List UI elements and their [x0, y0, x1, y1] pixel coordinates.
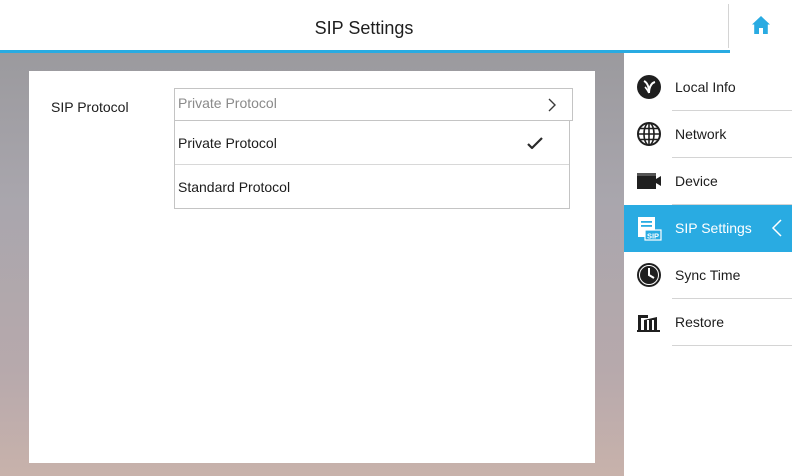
- local-info-icon: [637, 75, 661, 99]
- clock-icon: [637, 263, 661, 287]
- option-private-protocol[interactable]: Private Protocol: [175, 121, 569, 165]
- sidebar-item-label: Device: [675, 173, 718, 189]
- home-button[interactable]: [729, 0, 792, 50]
- sidebar-item-sip-settings[interactable]: SIP SIP Settings: [624, 205, 792, 252]
- top-bar: SIP Settings: [0, 0, 792, 50]
- sidebar-item-local-info[interactable]: Local Info: [624, 64, 792, 111]
- sidebar-item-label: Network: [675, 126, 727, 142]
- sip-icon: SIP: [638, 217, 662, 241]
- option-standard-protocol[interactable]: Standard Protocol: [175, 165, 569, 209]
- sidebar-item-restore[interactable]: Restore: [624, 299, 792, 346]
- option-label: Private Protocol: [178, 135, 277, 151]
- sidebar: Local Info Network Device SIP SIP Settin…: [624, 53, 792, 476]
- sidebar-item-sync-time[interactable]: Sync Time: [624, 252, 792, 299]
- sidebar-item-network[interactable]: Network: [624, 111, 792, 158]
- chevron-right-icon: [548, 98, 556, 112]
- sidebar-item-label: Sync Time: [675, 267, 741, 283]
- sip-protocol-select[interactable]: Private Protocol: [174, 88, 573, 121]
- page-title: SIP Settings: [314, 18, 414, 38]
- sip-protocol-label: SIP Protocol: [51, 99, 129, 115]
- sidebar-item-label: Restore: [675, 314, 725, 330]
- checkmark-icon: [527, 137, 543, 150]
- sip-protocol-dropdown: Private Protocol Standard Protocol: [174, 121, 570, 209]
- svg-text:SIP: SIP: [647, 232, 659, 241]
- sip-protocol-current-value: Private Protocol: [178, 95, 277, 111]
- sidebar-item-device[interactable]: Device: [624, 158, 792, 205]
- home-icon: [751, 16, 770, 34]
- sidebar-item-label: SIP Settings: [675, 220, 752, 236]
- device-icon: [637, 173, 661, 189]
- restore-icon: [637, 315, 660, 332]
- sidebar-item-label: Local Info: [675, 79, 736, 95]
- globe-icon: [637, 122, 661, 146]
- sidebar-divider: [672, 345, 792, 346]
- chevron-left-icon: [771, 219, 782, 237]
- option-label: Standard Protocol: [178, 179, 291, 195]
